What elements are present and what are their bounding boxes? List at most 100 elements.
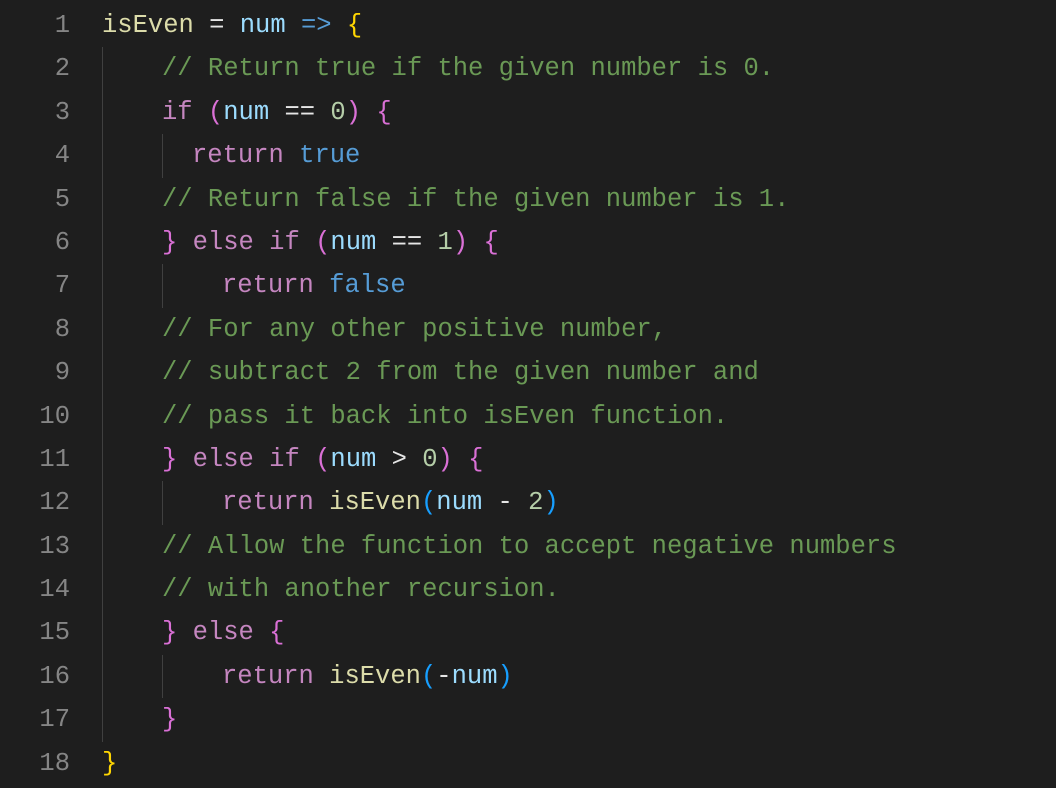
code-area[interactable]: isEven = num => { // Return true if the g… (102, 4, 1056, 788)
line-number: 2 (0, 47, 70, 90)
code-token (177, 228, 192, 257)
code-token: num (436, 488, 482, 517)
code-text: // with another recursion. (102, 575, 560, 604)
code-line[interactable]: // subtract 2 from the given number and (102, 351, 1056, 394)
code-line[interactable]: } (102, 698, 1056, 741)
code-token (468, 228, 483, 257)
code-line[interactable]: } else { (102, 611, 1056, 654)
line-number: 15 (0, 611, 70, 654)
code-token: true (299, 141, 360, 170)
code-token (300, 445, 315, 474)
line-number: 16 (0, 655, 70, 698)
code-editor[interactable]: 123456789101112131415161718 isEven = num… (0, 0, 1056, 788)
line-number: 11 (0, 438, 70, 481)
line-number: 8 (0, 308, 70, 351)
code-text: // For any other positive number, (102, 315, 667, 344)
code-token: 1 (438, 228, 453, 257)
line-number: 6 (0, 221, 70, 264)
code-token: num (452, 662, 498, 691)
code-line[interactable]: return isEven(-num) (102, 655, 1056, 698)
code-text: // Return false if the given number is 1… (102, 185, 789, 214)
code-text: } else if (num > 0) { (102, 445, 483, 474)
line-number: 1 (0, 4, 70, 47)
code-line[interactable]: // pass it back into isEven function. (102, 395, 1056, 438)
code-token (361, 98, 376, 127)
code-token: 0 (422, 445, 437, 474)
code-token: else (193, 445, 254, 474)
code-token: == (269, 98, 330, 127)
code-token (332, 11, 347, 40)
code-line[interactable]: if (num == 0) { (102, 91, 1056, 134)
code-line[interactable]: } else if (num > 0) { (102, 438, 1056, 481)
code-text: return isEven(num - 2) (102, 488, 559, 517)
code-token: num (223, 98, 269, 127)
code-text: return true (102, 141, 360, 170)
code-token: ) (543, 488, 558, 517)
code-token: // Allow the function to accept negative… (162, 532, 897, 561)
code-text: } (102, 705, 177, 734)
code-line[interactable]: return false (102, 264, 1056, 307)
code-token: { (347, 11, 362, 40)
code-token (453, 445, 468, 474)
code-line[interactable]: // Return true if the given number is 0. (102, 47, 1056, 90)
code-token: } (162, 228, 177, 257)
code-token: { (468, 445, 483, 474)
line-number: 4 (0, 134, 70, 177)
code-token: num (240, 11, 286, 40)
code-token: { (483, 228, 498, 257)
code-text: if (num == 0) { (102, 98, 392, 127)
code-token: } (162, 445, 177, 474)
code-token: - (482, 488, 528, 517)
code-token: if (269, 228, 300, 257)
code-line[interactable]: return true (102, 134, 1056, 177)
line-number: 12 (0, 481, 70, 524)
code-line[interactable]: // Return false if the given number is 1… (102, 178, 1056, 221)
code-token: // For any other positive number, (162, 315, 667, 344)
code-token (254, 618, 269, 647)
code-line[interactable]: return isEven(num - 2) (102, 481, 1056, 524)
code-token (254, 445, 269, 474)
code-token: } (102, 749, 117, 778)
code-token (314, 488, 329, 517)
code-token: isEven (102, 11, 194, 40)
line-number: 10 (0, 395, 70, 438)
code-line[interactable]: // Allow the function to accept negative… (102, 525, 1056, 568)
code-text: } else { (102, 618, 284, 647)
line-number-gutter: 123456789101112131415161718 (0, 4, 102, 788)
code-text: isEven = num => { (102, 11, 362, 40)
code-token: { (376, 98, 391, 127)
line-number: 9 (0, 351, 70, 394)
code-token (314, 271, 329, 300)
code-token: if (269, 445, 300, 474)
code-line[interactable]: } else if (num == 1) { (102, 221, 1056, 264)
code-line[interactable]: // with another recursion. (102, 568, 1056, 611)
code-text: } else if (num == 1) { (102, 228, 499, 257)
code-token: return (192, 141, 284, 170)
code-token: num (330, 445, 376, 474)
code-token: ) (346, 98, 361, 127)
code-token: ( (421, 662, 436, 691)
code-token (254, 228, 269, 257)
line-number: 7 (0, 264, 70, 307)
code-token: } (162, 618, 177, 647)
code-token (177, 618, 192, 647)
code-token: // subtract 2 from the given number and (162, 358, 759, 387)
code-token: return (222, 271, 314, 300)
code-text: // subtract 2 from the given number and (102, 358, 759, 387)
code-line[interactable]: // For any other positive number, (102, 308, 1056, 351)
code-text: // pass it back into isEven function. (102, 402, 728, 431)
code-token (314, 662, 329, 691)
code-token: false (329, 271, 406, 300)
code-token: else (193, 618, 254, 647)
code-line[interactable]: isEven = num => { (102, 4, 1056, 47)
code-line[interactable]: } (102, 742, 1056, 785)
code-text: // Allow the function to accept negative… (102, 532, 897, 561)
code-token: 0 (330, 98, 345, 127)
code-token: == (376, 228, 437, 257)
code-token: // Return true if the given number is 0. (162, 54, 774, 83)
line-number: 17 (0, 698, 70, 741)
code-token (193, 98, 208, 127)
line-number: 18 (0, 742, 70, 785)
code-token: else (193, 228, 254, 257)
code-token: isEven (329, 488, 421, 517)
